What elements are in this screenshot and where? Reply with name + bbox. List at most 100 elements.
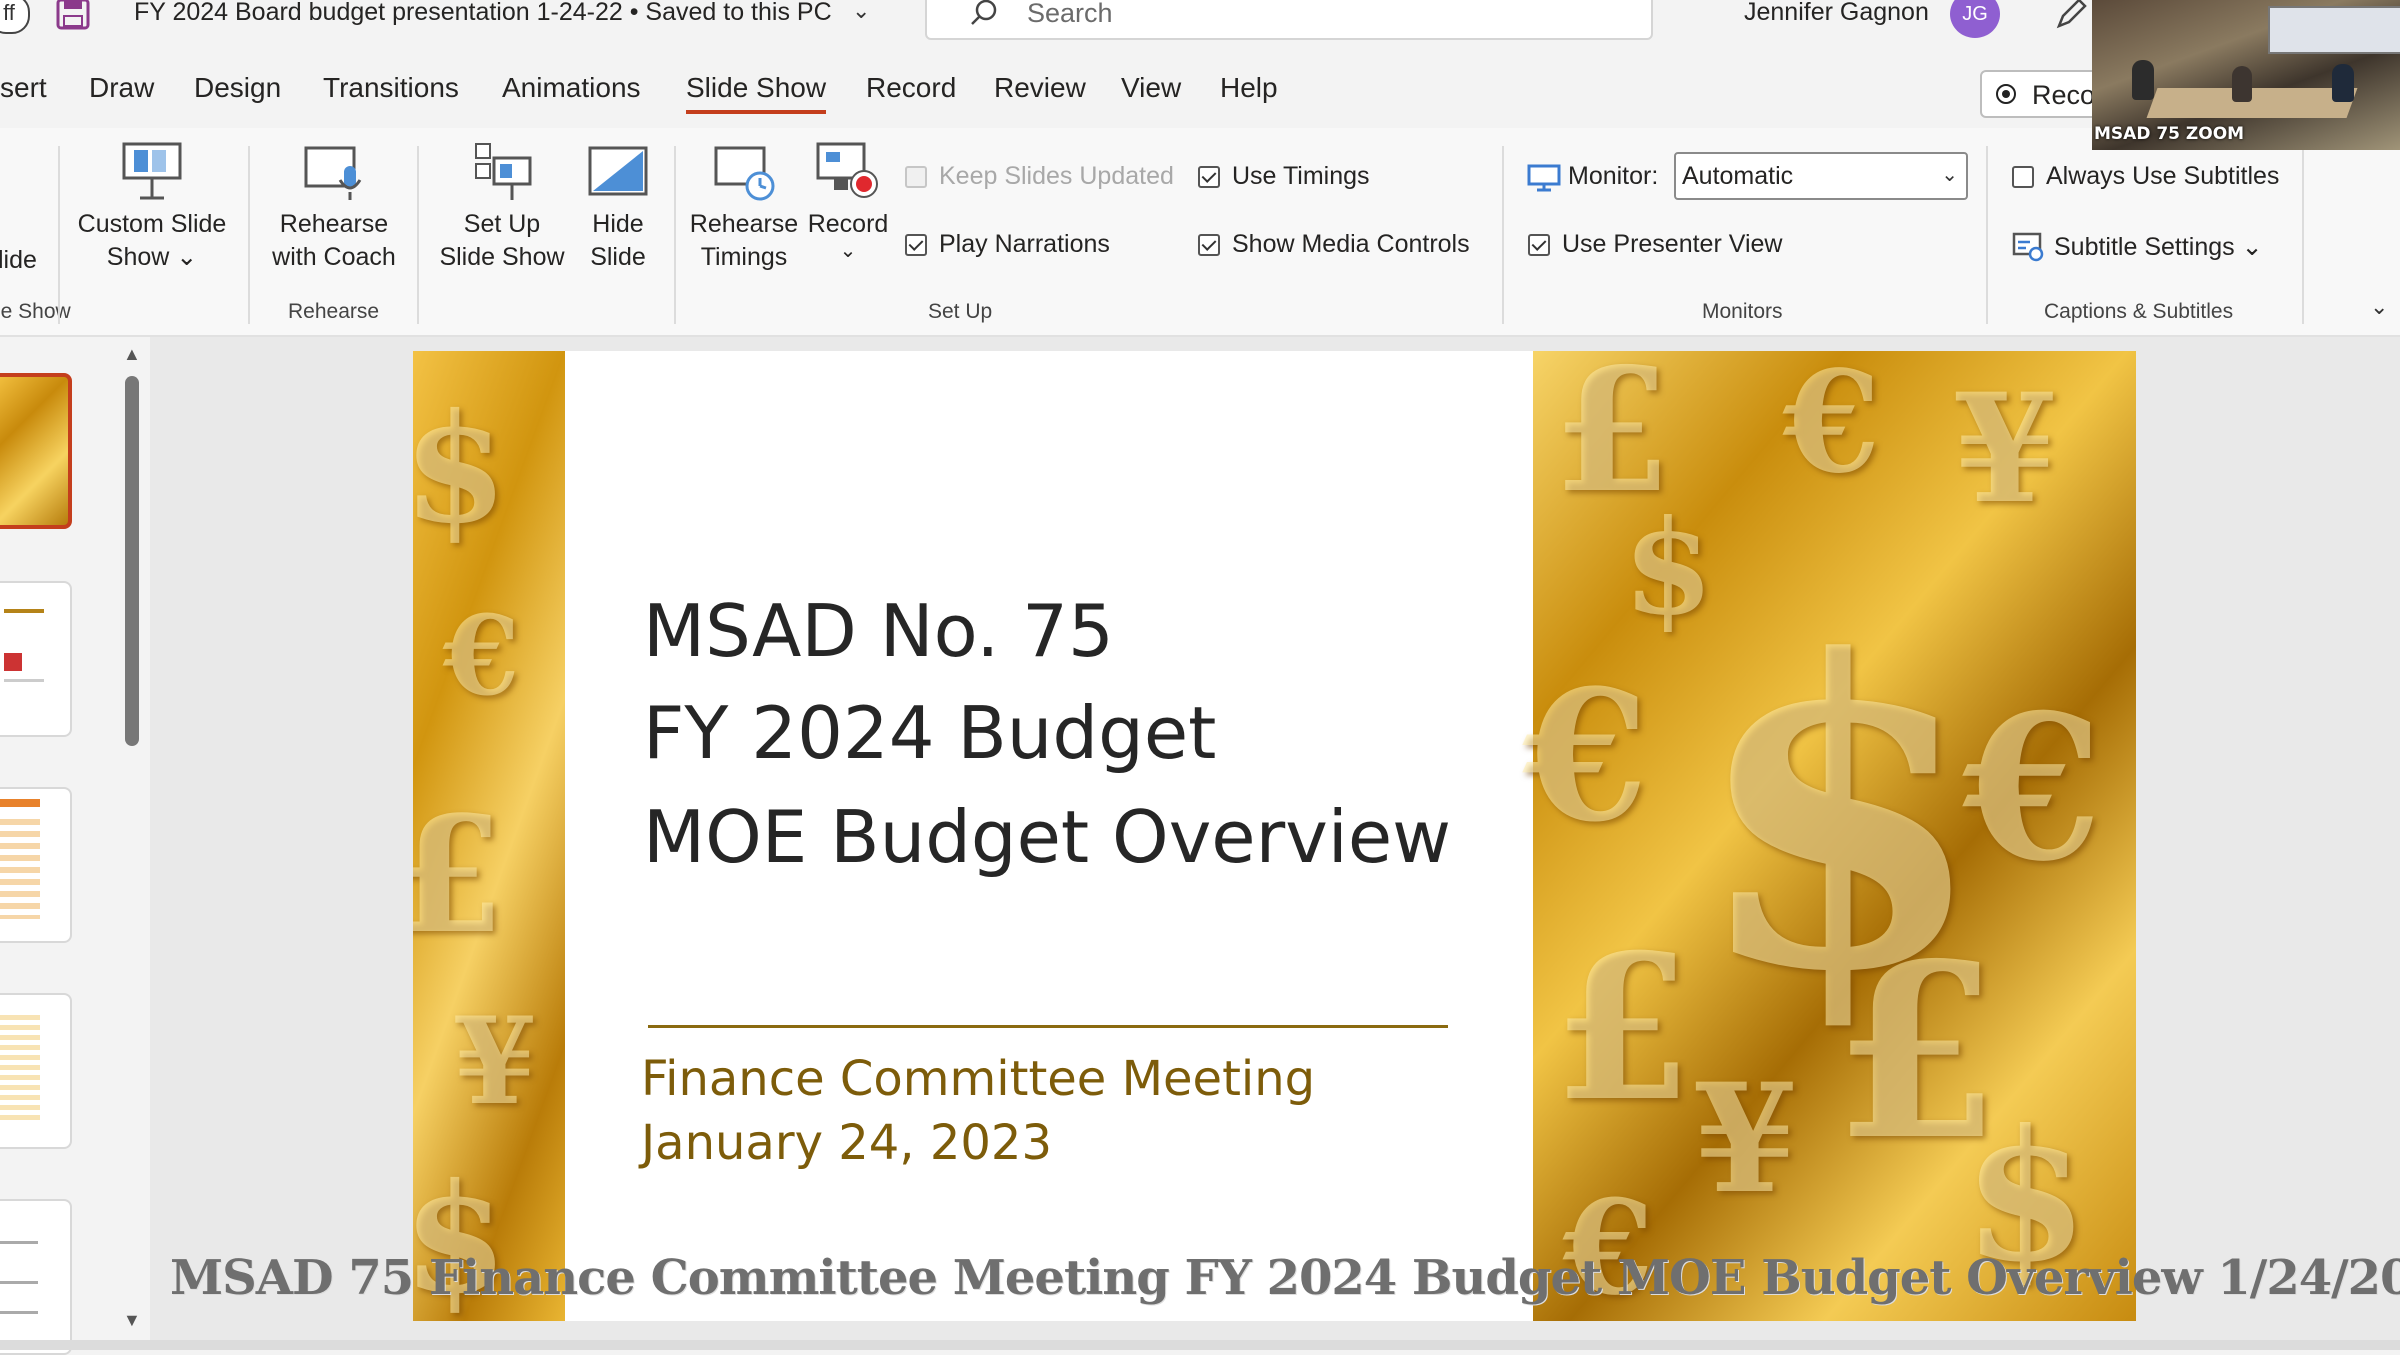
rehearse-with-coach-button[interactable]: Rehearse with Coach (260, 142, 408, 274)
tab-slide-show[interactable]: Slide Show (686, 72, 827, 114)
tab-view[interactable]: View (1121, 72, 1181, 104)
monitor-select-value: Automatic (1682, 162, 1794, 190)
checkbox-box (905, 234, 927, 256)
play-narrations-label: Play Narrations (939, 230, 1110, 258)
collapse-ribbon-chevron-icon[interactable]: ⌄ (2370, 294, 2388, 320)
custom-slide-show-icon (122, 142, 182, 200)
custom-slide-show-button[interactable]: Custom Slide Show ⌄ (74, 138, 230, 274)
slide-divider-line (648, 1025, 1448, 1028)
ribbon-divider (1502, 146, 1504, 324)
tab-insert[interactable]: sert (0, 72, 47, 104)
currency-background-left: $ € £ ¥ $ (413, 351, 565, 1321)
ribbon-divider (674, 146, 676, 324)
record-button-label: Reco (2032, 80, 2096, 110)
room-screen (2268, 6, 2400, 54)
record-icon (1996, 84, 2016, 104)
setup-label-1: Set Up (463, 210, 541, 238)
use-timings-label: Use Timings (1232, 162, 1370, 190)
zoom-overlay-label: MSAD 75 ZOOM (2094, 124, 2245, 144)
use-presenter-view-checkbox[interactable]: Use Presenter View (1528, 230, 1782, 259)
slide-thumbnail-1[interactable] (0, 373, 72, 529)
user-name[interactable]: Jennifer Gagnon (1744, 0, 1929, 27)
slide-thumbnail-3[interactable] (0, 787, 72, 943)
avatar[interactable]: JG (1950, 0, 2000, 38)
autosave-toggle[interactable]: ff (0, 0, 30, 34)
hide-slide-button[interactable]: Hide Slide (578, 142, 658, 274)
rehearse-coach-label-1: Rehearse (279, 210, 389, 238)
keep-slides-updated-label: Keep Slides Updated (939, 162, 1174, 190)
slide-subtitle-line-2: January 24, 2023 (641, 1115, 1052, 1171)
subtitle-settings-button[interactable]: Subtitle Settings ⌄ (2054, 232, 2263, 262)
person-silhouette (2332, 64, 2354, 102)
checkbox-box (1528, 234, 1550, 256)
broadcast-caption: MSAD 75 Finance Committee Meeting FY 202… (170, 1250, 2400, 1306)
record-slide-show-icon (816, 142, 878, 198)
rehearse-timings-icon (714, 146, 775, 201)
hide-slide-icon (588, 146, 648, 196)
setup-slide-show-icon (475, 143, 532, 200)
tab-help[interactable]: Help (1220, 72, 1278, 104)
monitor-icon (1527, 164, 1561, 192)
rehearse-timings-label-2: Timings (700, 243, 788, 271)
yen-symbol: ¥ (1953, 361, 2058, 537)
pen-icon[interactable] (2055, 0, 2089, 30)
thumbnail-scrollbar[interactable] (125, 376, 139, 746)
group-label-start-slide-show: le Show (0, 300, 71, 323)
search-icon (971, 0, 997, 25)
tab-record[interactable]: Record (866, 72, 956, 104)
person-silhouette (2232, 66, 2252, 102)
rehearse-timings-button[interactable]: Rehearse Timings (684, 142, 804, 274)
monitor-label: Monitor: (1568, 162, 1659, 190)
euro-symbol: € (1783, 351, 1881, 505)
dollar-symbol: $ (413, 381, 508, 557)
tab-draw[interactable]: Draw (89, 72, 154, 104)
use-presenter-view-label: Use Presenter View (1562, 230, 1783, 258)
record-slide-show-button[interactable]: Record ⌄ (806, 142, 890, 261)
hide-slide-label-2: Slide (590, 243, 646, 271)
ribbon-divider (417, 146, 419, 324)
chevron-down-icon: ⌄ (1941, 164, 1958, 186)
current-slide[interactable]: $ € £ ¥ $ MSAD No. 75 FY 2024 Budget MOE… (413, 351, 2136, 1321)
set-up-slide-show-button[interactable]: Set Up Slide Show (432, 142, 572, 274)
show-media-controls-label: Show Media Controls (1232, 230, 1470, 258)
monitor-select[interactable]: Automatic ⌄ (1674, 152, 1968, 200)
checkbox-box (1198, 166, 1220, 188)
slide-thumbnail-4[interactable] (0, 993, 72, 1149)
group-label-captions: Captions & Subtitles (2044, 300, 2234, 323)
group-label-rehearse: Rehearse (288, 300, 380, 323)
status-bar (0, 1340, 2400, 1350)
play-narrations-checkbox[interactable]: Play Narrations (905, 230, 1110, 259)
pound-symbol: £ (1553, 911, 1693, 1146)
subtitle-settings-icon (2012, 232, 2044, 262)
tab-animations[interactable]: Animations (502, 72, 641, 104)
save-icon[interactable] (56, 0, 90, 30)
document-title[interactable]: FY 2024 Board budget presentation 1-24-2… (134, 0, 832, 27)
scroll-down-arrow-icon[interactable]: ▼ (123, 1310, 141, 1331)
tab-review[interactable]: Review (994, 72, 1086, 104)
tab-design[interactable]: Design (194, 72, 281, 104)
slide-thumbnail-2[interactable] (0, 581, 72, 737)
scroll-up-arrow-icon[interactable]: ▲ (123, 344, 141, 365)
keep-slides-updated-checkbox[interactable]: Keep Slides Updated (905, 162, 1174, 191)
use-timings-checkbox[interactable]: Use Timings (1198, 162, 1370, 191)
always-use-subtitles-label: Always Use Subtitles (2046, 162, 2280, 190)
chevron-down-icon[interactable]: ⌄ (852, 0, 870, 24)
slide-title-line-1: MSAD No. 75 (643, 589, 1114, 673)
group-label-set-up: Set Up (928, 300, 993, 323)
slide-thumbnail-5[interactable] (0, 1199, 72, 1355)
from-slide-button[interactable]: lide (0, 244, 37, 277)
checkbox-box (1198, 234, 1220, 256)
pound-symbol: £ (413, 781, 505, 969)
ribbon: lide le Show Custom Slide Show ⌄ Rehears… (0, 128, 2400, 337)
setup-label-2: Slide Show (439, 243, 565, 271)
ribbon-divider (2302, 146, 2304, 324)
slide-title-line-2: FY 2024 Budget (643, 691, 1217, 775)
search-box[interactable]: Search (925, 0, 1653, 40)
tab-transitions[interactable]: Transitions (323, 72, 459, 104)
always-use-subtitles-checkbox[interactable]: Always Use Subtitles (2012, 162, 2279, 191)
show-media-controls-checkbox[interactable]: Show Media Controls (1198, 230, 1470, 259)
ribbon-divider (248, 146, 250, 324)
title-bar: ff FY 2024 Board budget presentation 1-2… (0, 0, 2400, 40)
custom-slide-show-label-1: Custom Slide (77, 210, 227, 238)
euro-symbol: € (443, 591, 520, 720)
